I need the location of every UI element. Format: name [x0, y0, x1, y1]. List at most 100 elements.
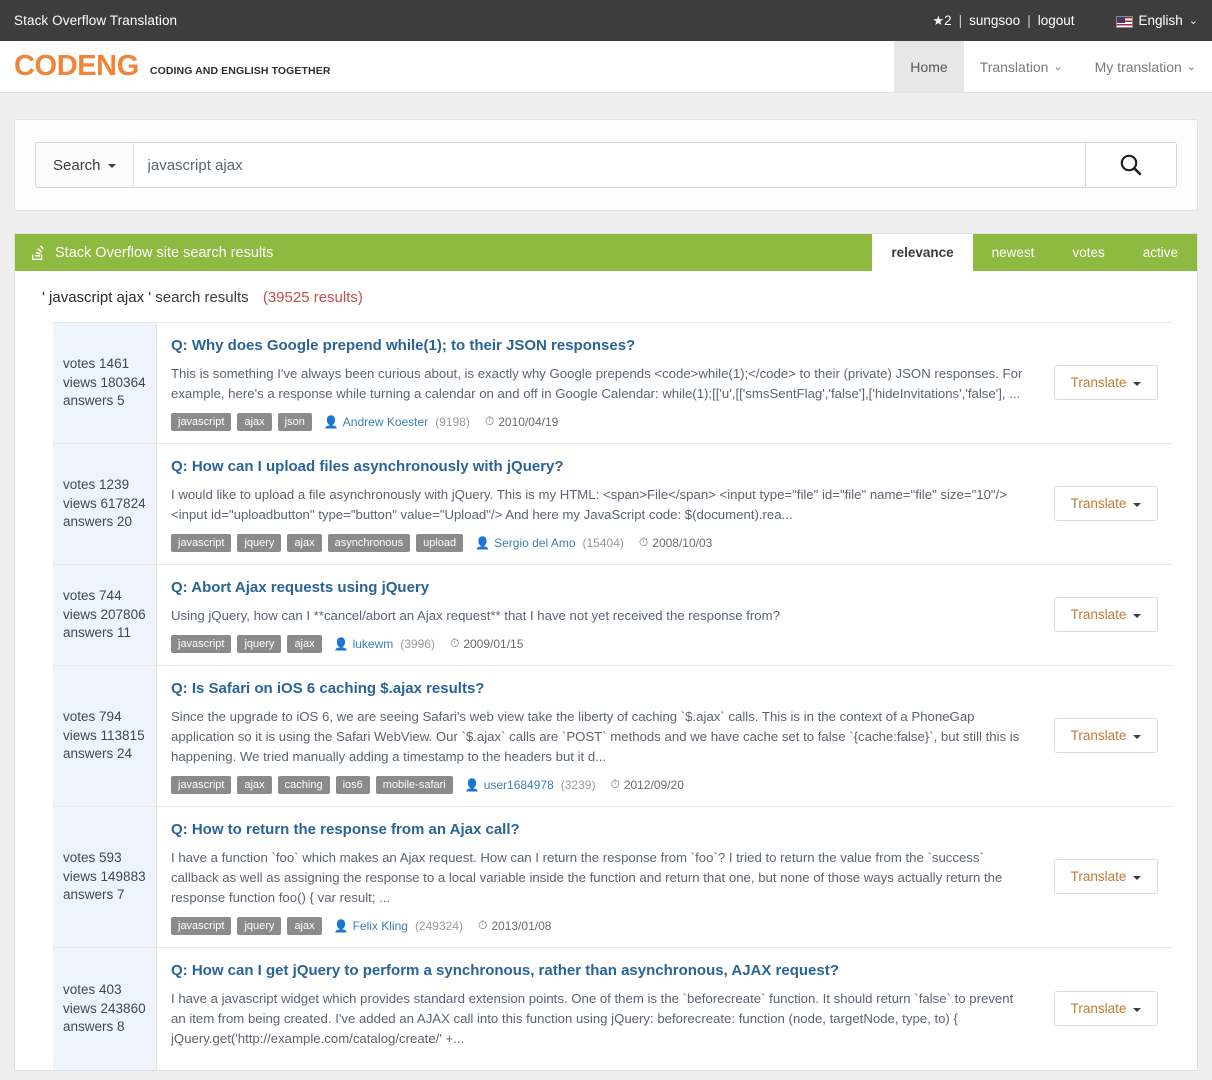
result-votes-line: votes 593 [63, 849, 156, 867]
result-author[interactable]: 👤 Sergio del Amo (15404) [475, 536, 624, 550]
translate-button[interactable]: Translate [1053, 597, 1159, 633]
chevron-down-icon: ⌄ [1186, 61, 1196, 73]
result-answers-line: answers 8 [63, 1018, 156, 1036]
author-reputation: (9198) [435, 414, 470, 429]
search-submit-button[interactable] [1086, 142, 1177, 188]
separator-1: | [958, 13, 963, 28]
translate-label: Translate [1070, 607, 1127, 623]
main-navigation: Home Translation ⌄ My translation ⌄ [894, 41, 1212, 92]
author-reputation: (3996) [400, 636, 435, 651]
tag[interactable]: jquery [237, 634, 282, 653]
votes-label: votes [63, 588, 96, 604]
translate-label: Translate [1070, 1001, 1127, 1017]
tag[interactable]: ios6 [335, 775, 370, 794]
result-title-link[interactable]: Q: How can I upload files asynchronously… [171, 458, 1031, 477]
result-author[interactable]: 👤 Felix Kling (249324) [334, 919, 463, 933]
brand-block[interactable]: CODENG CODING AND ENGLISH TOGETHER [0, 41, 331, 92]
translate-button[interactable]: Translate [1053, 486, 1159, 522]
result-excerpt: I would like to upload a file asynchrono… [171, 486, 1007, 522]
votes-value: 593 [99, 850, 122, 866]
result-meta: javascript jquery ajax 👤 lukewm (3996) ⏱… [171, 634, 1031, 653]
table-row: votes 1239 views 617824 answers 20 Q: Ho… [53, 442, 1173, 564]
tag[interactable]: jquery [237, 916, 282, 935]
tag[interactable]: json [277, 412, 312, 431]
nav-item-label: Home [910, 58, 948, 75]
tag[interactable]: ajax [237, 412, 272, 431]
result-date: ⏱ 2012/09/20 [610, 777, 683, 792]
translate-button[interactable]: Translate [1053, 365, 1159, 401]
caret-down-icon [1133, 502, 1142, 507]
result-author[interactable]: 👤 Andrew Koester (9198) [324, 415, 470, 429]
person-icon: 👤 [333, 636, 349, 651]
results-list: votes 1461 views 180364 answers 5 Q: Why… [15, 322, 1197, 1070]
tag[interactable]: javascript [171, 533, 232, 552]
sort-tab-votes[interactable]: votes [1053, 234, 1123, 271]
tag[interactable]: ajax [287, 533, 322, 552]
result-answers-line: answers 11 [63, 624, 156, 642]
nav-item-translation[interactable]: Translation ⌄ [964, 41, 1079, 92]
views-value: 207806 [100, 606, 146, 622]
result-title-link[interactable]: Q: Is Safari on iOS 6 caching $.ajax res… [171, 680, 1031, 699]
votes-label: votes [63, 709, 96, 725]
tag[interactable]: ajax [287, 634, 322, 653]
clock-icon: ⏱ [449, 636, 460, 651]
translate-label: Translate [1070, 496, 1127, 512]
brand-nav-bar: CODENG CODING AND ENGLISH TOGETHER Home … [0, 41, 1212, 93]
translate-label: Translate [1070, 869, 1127, 885]
date-value: 2010/04/19 [498, 414, 559, 429]
sort-tab-relevance[interactable]: relevance [872, 234, 973, 271]
language-label: English [1138, 13, 1183, 28]
search-scope-dropdown[interactable]: Search [35, 142, 133, 188]
votes-value: 744 [99, 588, 122, 604]
tag[interactable]: asynchronous [327, 533, 411, 552]
language-selector[interactable]: English ⌄ [1115, 13, 1198, 28]
tag[interactable]: javascript [171, 916, 232, 935]
result-body: Q: Abort Ajax requests using jQuery Usin… [157, 565, 1043, 665]
search-scope-label: Search [53, 156, 101, 174]
date-value: 2013/01/08 [491, 918, 552, 933]
username-link[interactable]: sungsoo [966, 13, 1023, 28]
answers-value: 5 [117, 393, 125, 409]
result-body: Q: How to return the response from an Aj… [157, 807, 1043, 947]
tag[interactable]: ajax [237, 775, 272, 794]
tag[interactable]: upload [416, 533, 464, 552]
result-excerpt: This is something I've always been curio… [171, 365, 1023, 401]
result-title-link[interactable]: Q: How can I get jQuery to perform a syn… [171, 962, 1031, 981]
clock-icon: ⏱ [484, 414, 495, 429]
nav-item-home[interactable]: Home [894, 41, 964, 92]
chevron-down-icon: ⌄ [1053, 61, 1063, 73]
nav-item-label: Translation [979, 58, 1049, 75]
sort-tab-active[interactable]: active [1124, 234, 1197, 271]
tag[interactable]: caching [277, 775, 330, 794]
result-author[interactable]: 👤 lukewm (3996) [334, 637, 435, 651]
date-value: 2008/10/03 [652, 535, 713, 550]
table-row: votes 403 views 243860 answers 8 Q: How … [53, 946, 1173, 1070]
tag[interactable]: ajax [287, 916, 322, 935]
tag[interactable]: javascript [171, 775, 232, 794]
result-views-line: views 180364 [63, 374, 156, 392]
result-votes-line: votes 794 [63, 708, 156, 726]
separator-2: | [1027, 13, 1031, 28]
answers-label: answers [63, 1019, 114, 1035]
tag[interactable]: jquery [237, 533, 282, 552]
search-input[interactable] [132, 142, 1086, 188]
sort-tab-newest[interactable]: newest [973, 234, 1054, 271]
views-value: 149883 [100, 868, 146, 884]
star-count-block[interactable]: ★2 [929, 13, 954, 29]
logout-link[interactable]: logout [1035, 13, 1078, 28]
tag[interactable]: javascript [171, 634, 232, 653]
result-title-link[interactable]: Q: Abort Ajax requests using jQuery [171, 579, 1031, 598]
translate-button[interactable]: Translate [1053, 991, 1159, 1027]
result-author[interactable]: 👤 user1684978 (3239) [465, 778, 596, 792]
result-votes-line: votes 403 [63, 981, 156, 999]
views-value: 617824 [100, 495, 146, 511]
tag[interactable]: javascript [171, 412, 232, 431]
result-title-link[interactable]: Q: Why does Google prepend while(1); to … [171, 337, 1031, 356]
results-summary-label: search results [155, 289, 249, 306]
tag[interactable]: mobile-safari [375, 775, 453, 794]
result-title-link[interactable]: Q: How to return the response from an Aj… [171, 821, 1031, 840]
nav-item-my-translation[interactable]: My translation ⌄ [1079, 41, 1212, 92]
translate-button[interactable]: Translate [1053, 859, 1159, 895]
translate-button[interactable]: Translate [1053, 718, 1159, 754]
result-excerpt: Since the upgrade to iOS 6, we are seein… [171, 708, 1020, 764]
